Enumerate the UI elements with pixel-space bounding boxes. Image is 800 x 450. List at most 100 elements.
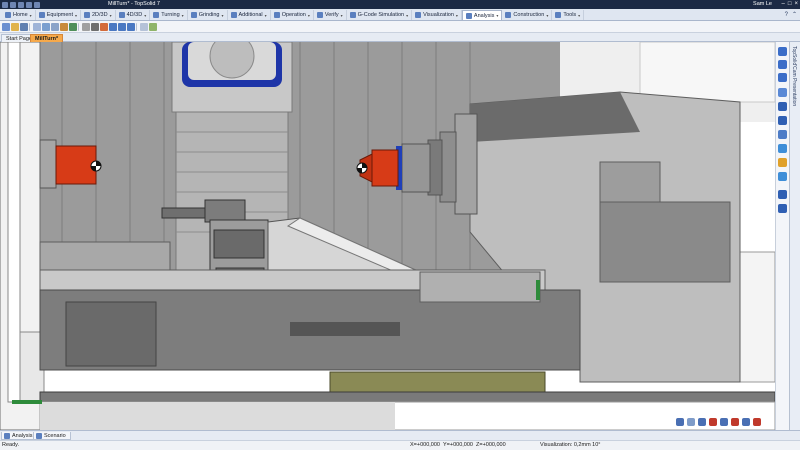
distribute-icon[interactable] [778, 204, 787, 213]
tab-analysis[interactable]: Analysis [1, 432, 38, 440]
redo-icon[interactable] [26, 1, 32, 8]
home-icon [5, 12, 11, 18]
machine-scene [0, 42, 775, 430]
front-view-icon[interactable] [720, 418, 728, 426]
tab-equipment[interactable]: Equipment ▾ [36, 10, 81, 20]
right-tool-holder [371, 149, 399, 187]
tab-scenario[interactable]: Scenario [33, 432, 71, 440]
tab-verify[interactable]: Verify ▾ [314, 10, 347, 20]
zoom-view-icon[interactable] [698, 418, 706, 426]
perspective-icon[interactable] [778, 172, 787, 181]
ribbon-tab-label: Equipment [46, 12, 73, 18]
tab-analysis[interactable]: Analysis ▾ [461, 10, 503, 20]
presentation-side-panel[interactable]: TopSolid'Cam Presentation [789, 42, 800, 430]
tab-g-code-simulation[interactable]: G-Code Simulation ▾ [347, 10, 413, 20]
ribbon: Home ▾ Equipment ▾ 2D/3D ▾ 4D/3D ▾ Turning ▾ Grind… [0, 9, 800, 21]
tab-operation[interactable]: Operation ▾ [271, 10, 314, 20]
undo-icon[interactable] [18, 1, 24, 8]
close-button[interactable]: × [794, 0, 798, 9]
view-top-icon[interactable] [118, 23, 126, 31]
pan-view-icon[interactable] [687, 418, 695, 426]
chevron-down-icon[interactable]: ▾ [75, 13, 77, 18]
chevron-down-icon[interactable]: ▾ [341, 13, 343, 18]
chevron-down-icon[interactable]: ▾ [456, 13, 458, 18]
tab-visualization[interactable]: Visualization ▾ [412, 10, 462, 20]
settings-icon[interactable] [34, 1, 40, 8]
top-view-icon[interactable] [742, 418, 750, 426]
tab-tools[interactable]: Tools ▾ [552, 10, 585, 20]
rotate-view-icon[interactable] [676, 418, 684, 426]
graphics-viewport[interactable]: 200mm [0, 42, 775, 430]
fit-view-icon[interactable] [709, 418, 717, 426]
zoom-icon[interactable] [51, 23, 59, 31]
turning-icon [153, 12, 160, 18]
wireframe-icon[interactable] [91, 23, 99, 31]
chevron-down-icon[interactable]: ▾ [496, 13, 498, 18]
ribbon-tab-label: Construction [513, 12, 545, 18]
chevron-down-icon[interactable]: ▾ [30, 13, 32, 18]
measure-icon[interactable] [60, 23, 68, 31]
pan-icon[interactable] [42, 23, 50, 31]
new-document-icon[interactable] [2, 23, 10, 31]
save-icon[interactable] [2, 1, 8, 8]
view-iso-icon[interactable] [127, 23, 135, 31]
chevron-down-icon[interactable]: ▾ [221, 13, 223, 18]
open-icon[interactable] [10, 1, 16, 8]
align-icon[interactable] [778, 190, 787, 199]
additional-icon [230, 12, 237, 18]
tab-millturn[interactable]: MillTurn* [30, 34, 64, 42]
grinding-icon [190, 12, 197, 18]
tab-construction[interactable]: Construction ▾ [502, 10, 553, 20]
select-icon[interactable] [33, 23, 41, 31]
chevron-down-icon[interactable]: ▾ [546, 13, 548, 18]
document-tabs: Start Page MillTurn* [0, 33, 800, 42]
chevron-down-icon[interactable]: ▾ [110, 13, 112, 18]
chevron-down-icon[interactable]: ▾ [265, 13, 267, 18]
view-navigation [676, 418, 761, 426]
chevron-down-icon[interactable]: ▾ [406, 13, 408, 18]
window-title: MillTurn* - TopSolid 7 [108, 1, 160, 7]
tab-additional[interactable]: Additional ▾ [228, 10, 271, 20]
right-view-icon[interactable] [753, 418, 761, 426]
rotate-icon[interactable] [778, 73, 787, 82]
move-icon[interactable] [778, 60, 787, 69]
open-folder-icon[interactable] [11, 23, 19, 31]
ribbon-tab-label: Operation [281, 12, 306, 18]
help-icon[interactable]: ? [785, 10, 788, 20]
shading-icon[interactable] [778, 158, 787, 167]
chevron-down-icon[interactable]: ▾ [308, 13, 310, 18]
tab-home[interactable]: Home ▾ [2, 10, 36, 20]
cube-view-icon[interactable] [778, 144, 787, 153]
analysis-icon [465, 12, 472, 19]
ribbon-tab-label: Tools [563, 12, 577, 18]
visualization-tolerance[interactable]: Visualization: 0,2mm 10° [540, 441, 601, 450]
user-name[interactable]: Sam Le [753, 1, 772, 8]
ribbon-collapse-icon[interactable]: ⌃ [792, 10, 797, 20]
section-view-icon[interactable] [731, 418, 739, 426]
verify-icon [316, 12, 323, 18]
tab-turning[interactable]: Turning ▾ [150, 10, 188, 20]
properties-icon[interactable] [140, 23, 148, 31]
view-front-icon[interactable] [109, 23, 117, 31]
fit-all-icon[interactable] [778, 88, 787, 97]
tab-grinding[interactable]: Grinding ▾ [188, 10, 228, 20]
simulation-icon[interactable] [149, 23, 157, 31]
ribbon-tab-label: G-Code Simulation [357, 12, 405, 18]
zoom-in-icon[interactable] [778, 130, 787, 139]
section-icon[interactable] [100, 23, 108, 31]
tab-4d-3d[interactable]: 4D/3D ▾ [116, 10, 151, 20]
pan-arrows-icon[interactable] [778, 47, 787, 56]
view-front-icon[interactable] [778, 102, 787, 111]
chevron-down-icon[interactable]: ▾ [182, 13, 184, 18]
minimize-button[interactable]: – [782, 0, 785, 9]
save-icon[interactable] [20, 23, 28, 31]
layer-icon[interactable] [69, 23, 77, 31]
maximize-button[interactable]: □ [788, 0, 792, 9]
tab-2d-3d[interactable]: 2D/3D ▾ [81, 10, 116, 20]
chevron-down-icon[interactable]: ▾ [578, 13, 580, 18]
shaded-view-icon[interactable] [82, 23, 90, 31]
coord-z: Z=+000,000 [476, 442, 506, 448]
chevron-down-icon[interactable]: ▾ [144, 13, 146, 18]
coord-y: Y=+000,000 [443, 442, 473, 448]
view-back-icon[interactable] [778, 116, 787, 125]
